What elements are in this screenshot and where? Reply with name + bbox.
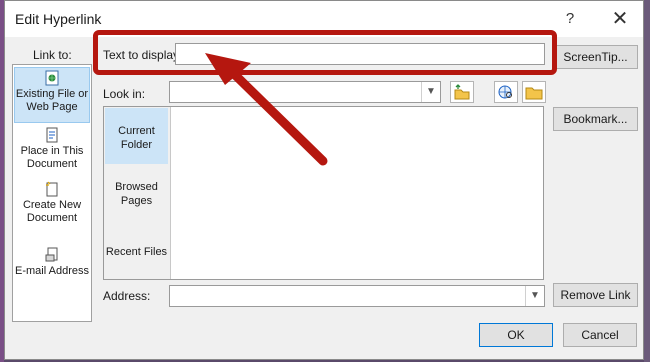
annotation-arrow: [205, 53, 328, 166]
edit-hyperlink-dialog: Edit Hyperlink ? ✕ Link to: Text to disp…: [4, 0, 644, 360]
